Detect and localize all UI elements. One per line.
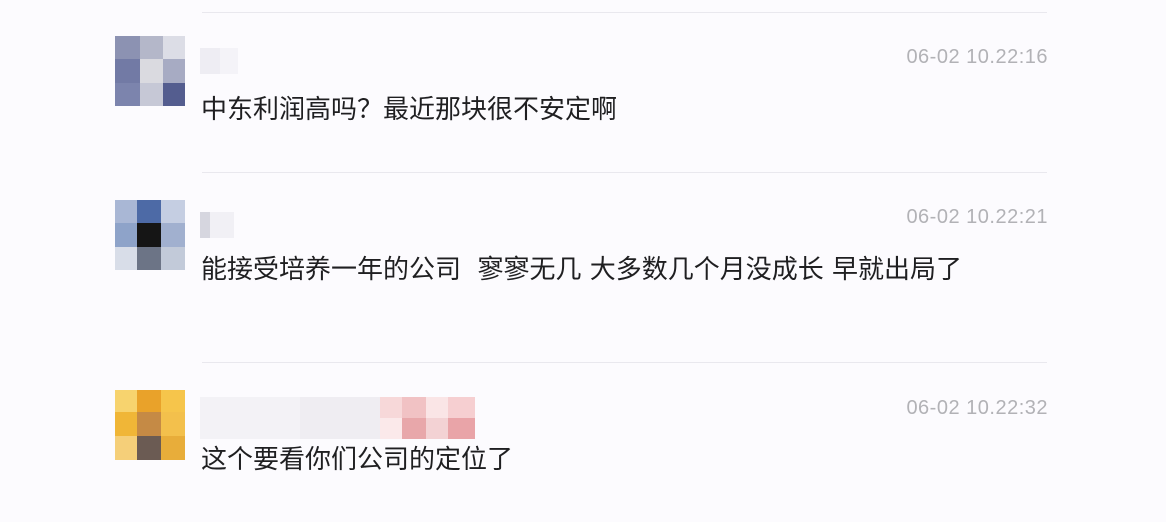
username-redacted (200, 397, 475, 439)
comment-text: 能接受培养一年的公司 寥寥无几 大多数几个月没成长 早就出局了 (201, 255, 963, 285)
comment-timestamp: 06-02 10.22:21 (906, 206, 1048, 228)
divider (202, 172, 1047, 173)
avatar[interactable] (115, 390, 185, 460)
comment-text: 这个要看你们公司的定位了 (201, 445, 514, 475)
avatar[interactable] (115, 36, 185, 106)
comment-timestamp: 06-02 10.22:32 (906, 397, 1048, 419)
username-redacted (200, 48, 238, 74)
avatar[interactable] (115, 200, 185, 270)
divider (202, 362, 1047, 363)
username-redacted (200, 212, 234, 238)
comment-text: 中东利润高吗？最近那块很不安定啊 (201, 95, 618, 125)
comment-timestamp: 06-02 10.22:16 (906, 46, 1048, 68)
divider (202, 12, 1047, 13)
